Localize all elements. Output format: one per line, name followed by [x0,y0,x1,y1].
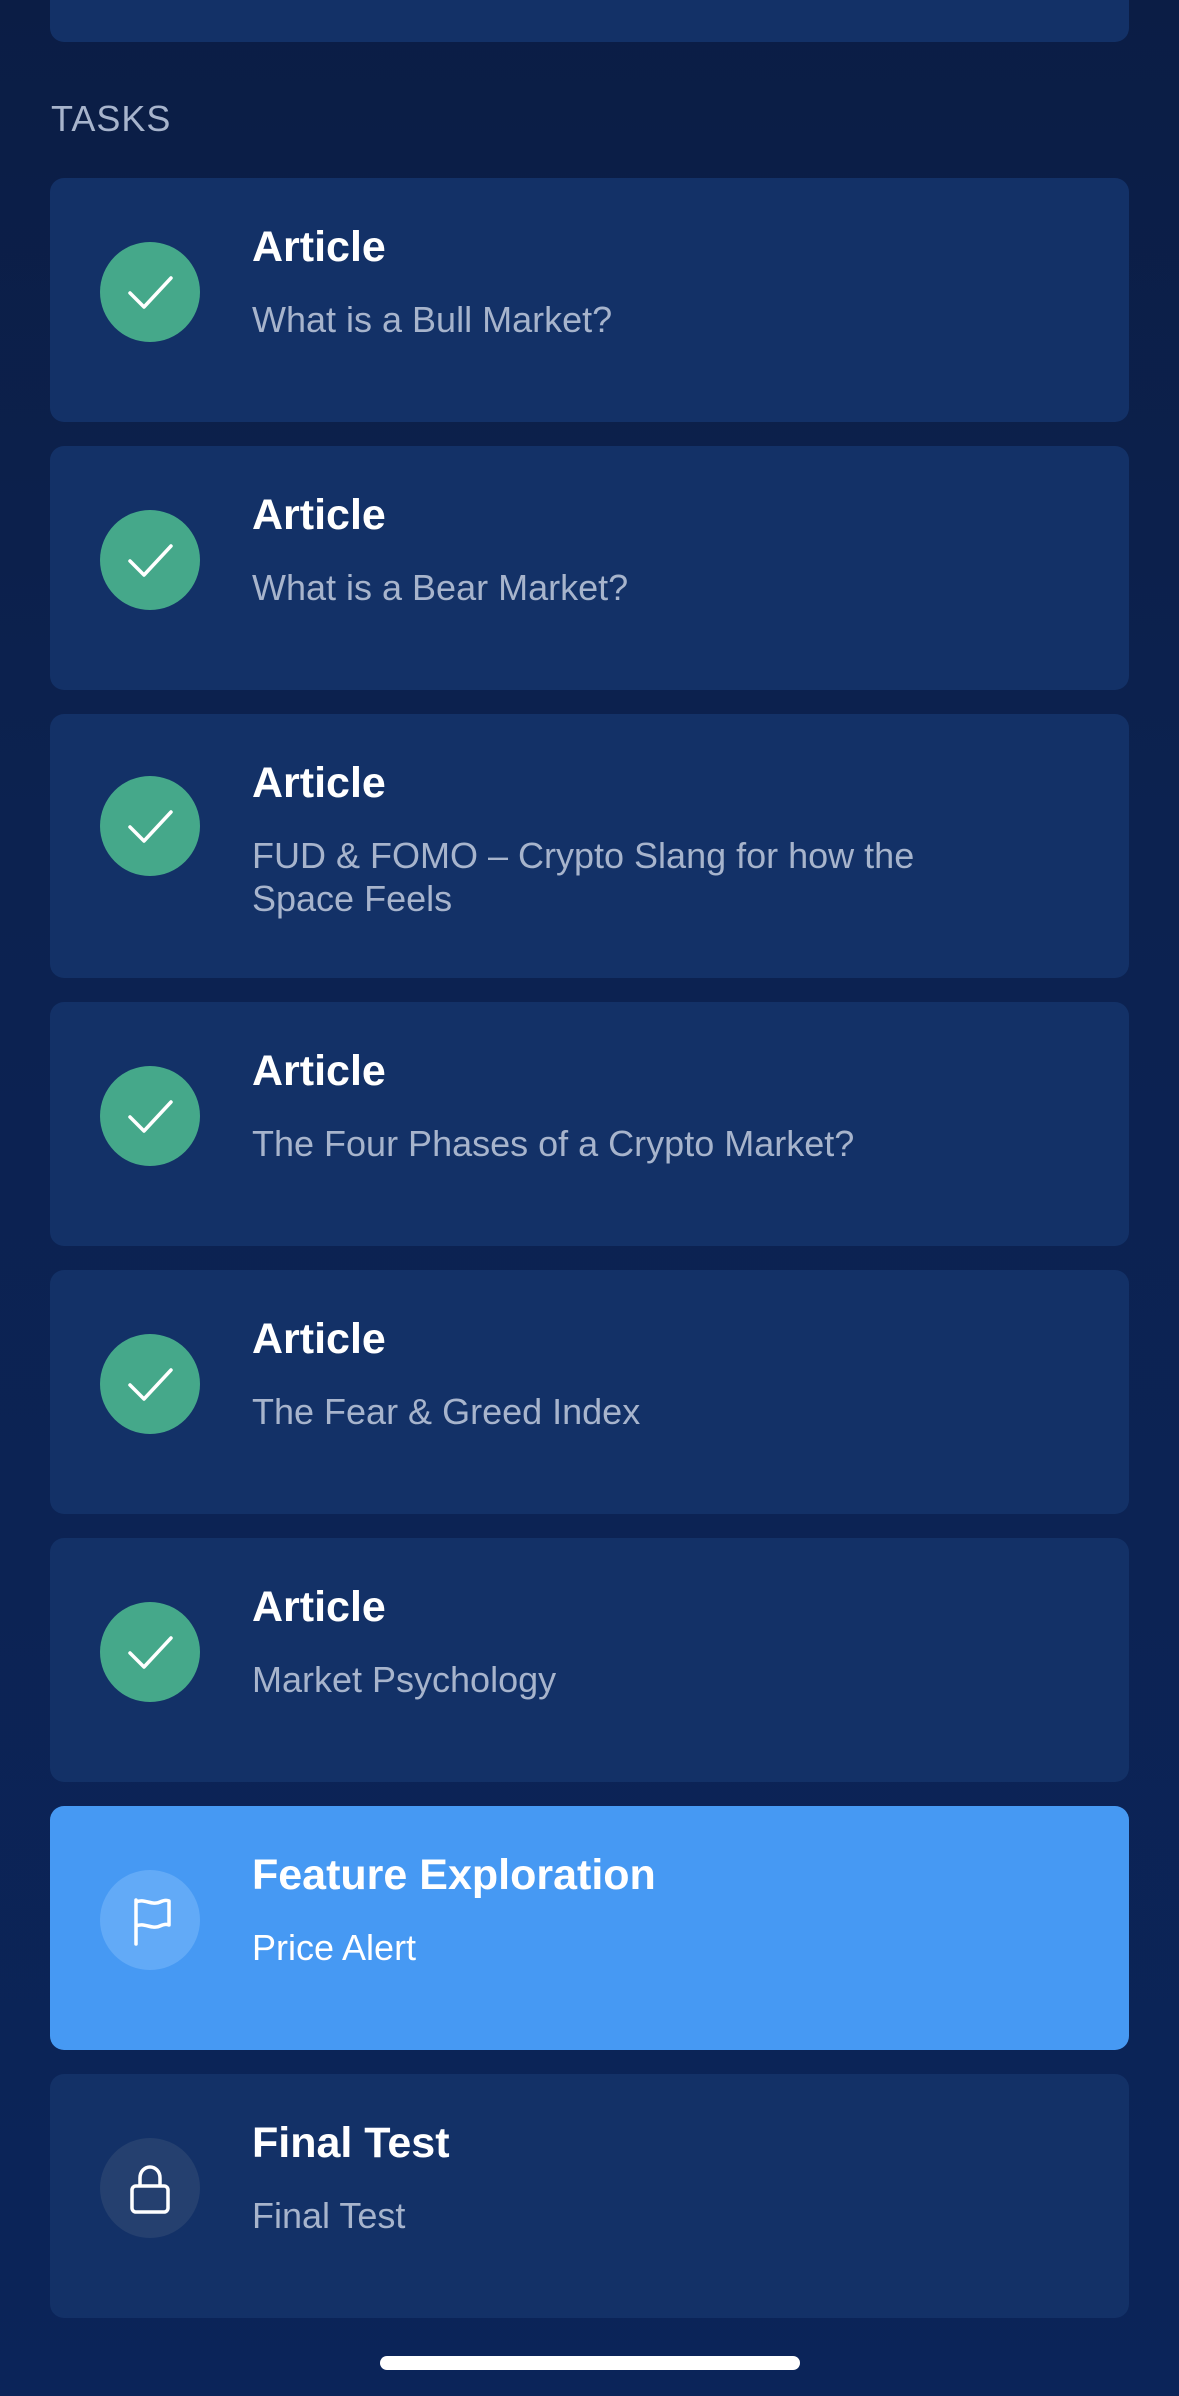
task-type: Feature Exploration [252,1851,656,1899]
task-title: What is a Bull Market? [252,298,613,340]
task-type: Article [252,1315,386,1363]
checkmark-icon [100,776,200,876]
checkmark-icon [100,1066,200,1166]
flag-icon [100,1870,200,1970]
checkmark-icon [100,1602,200,1702]
task-type: Article [252,1047,386,1095]
task-title: Final Test [252,2194,406,2236]
checkmark-icon [100,242,200,342]
checkmark-icon [100,1334,200,1434]
checkmark-icon [100,510,200,610]
lock-icon [100,2138,200,2238]
task-card-bear-market[interactable]: Article What is a Bear Market? [50,446,1129,690]
task-card-four-phases[interactable]: Article The Four Phases of a Crypto Mark… [50,1002,1129,1246]
task-card-fud-fomo[interactable]: Article FUD & FOMO – Crypto Slang for ho… [50,714,1129,978]
task-type: Article [252,223,386,271]
task-title: The Four Phases of a Crypto Market? [252,1122,855,1164]
task-title: The Fear & Greed Index [252,1390,641,1432]
task-card-price-alert[interactable]: Feature Exploration Price Alert [50,1806,1129,2050]
task-type: Article [252,491,386,539]
task-title: What is a Bear Market? [252,566,629,608]
task-card-final-test[interactable]: Final Test Final Test [50,2074,1129,2318]
task-card-market-psychology[interactable]: Article Market Psychology [50,1538,1129,1782]
task-title: Price Alert [252,1926,417,1968]
task-card-bull-market[interactable]: Article What is a Bull Market? [50,178,1129,422]
task-type: Article [252,1583,386,1631]
task-list: Article What is a Bull Market? Article W… [50,178,1129,2342]
task-title: Market Psychology [252,1658,557,1700]
section-title: TASKS [51,98,172,139]
task-card-fear-greed[interactable]: Article The Fear & Greed Index [50,1270,1129,1514]
task-type: Final Test [252,2119,450,2167]
home-indicator[interactable] [380,2356,800,2370]
task-title: FUD & FOMO – Crypto Slang for how the Sp… [252,834,915,919]
previous-card-edge [50,0,1129,42]
task-type: Article [252,759,386,807]
